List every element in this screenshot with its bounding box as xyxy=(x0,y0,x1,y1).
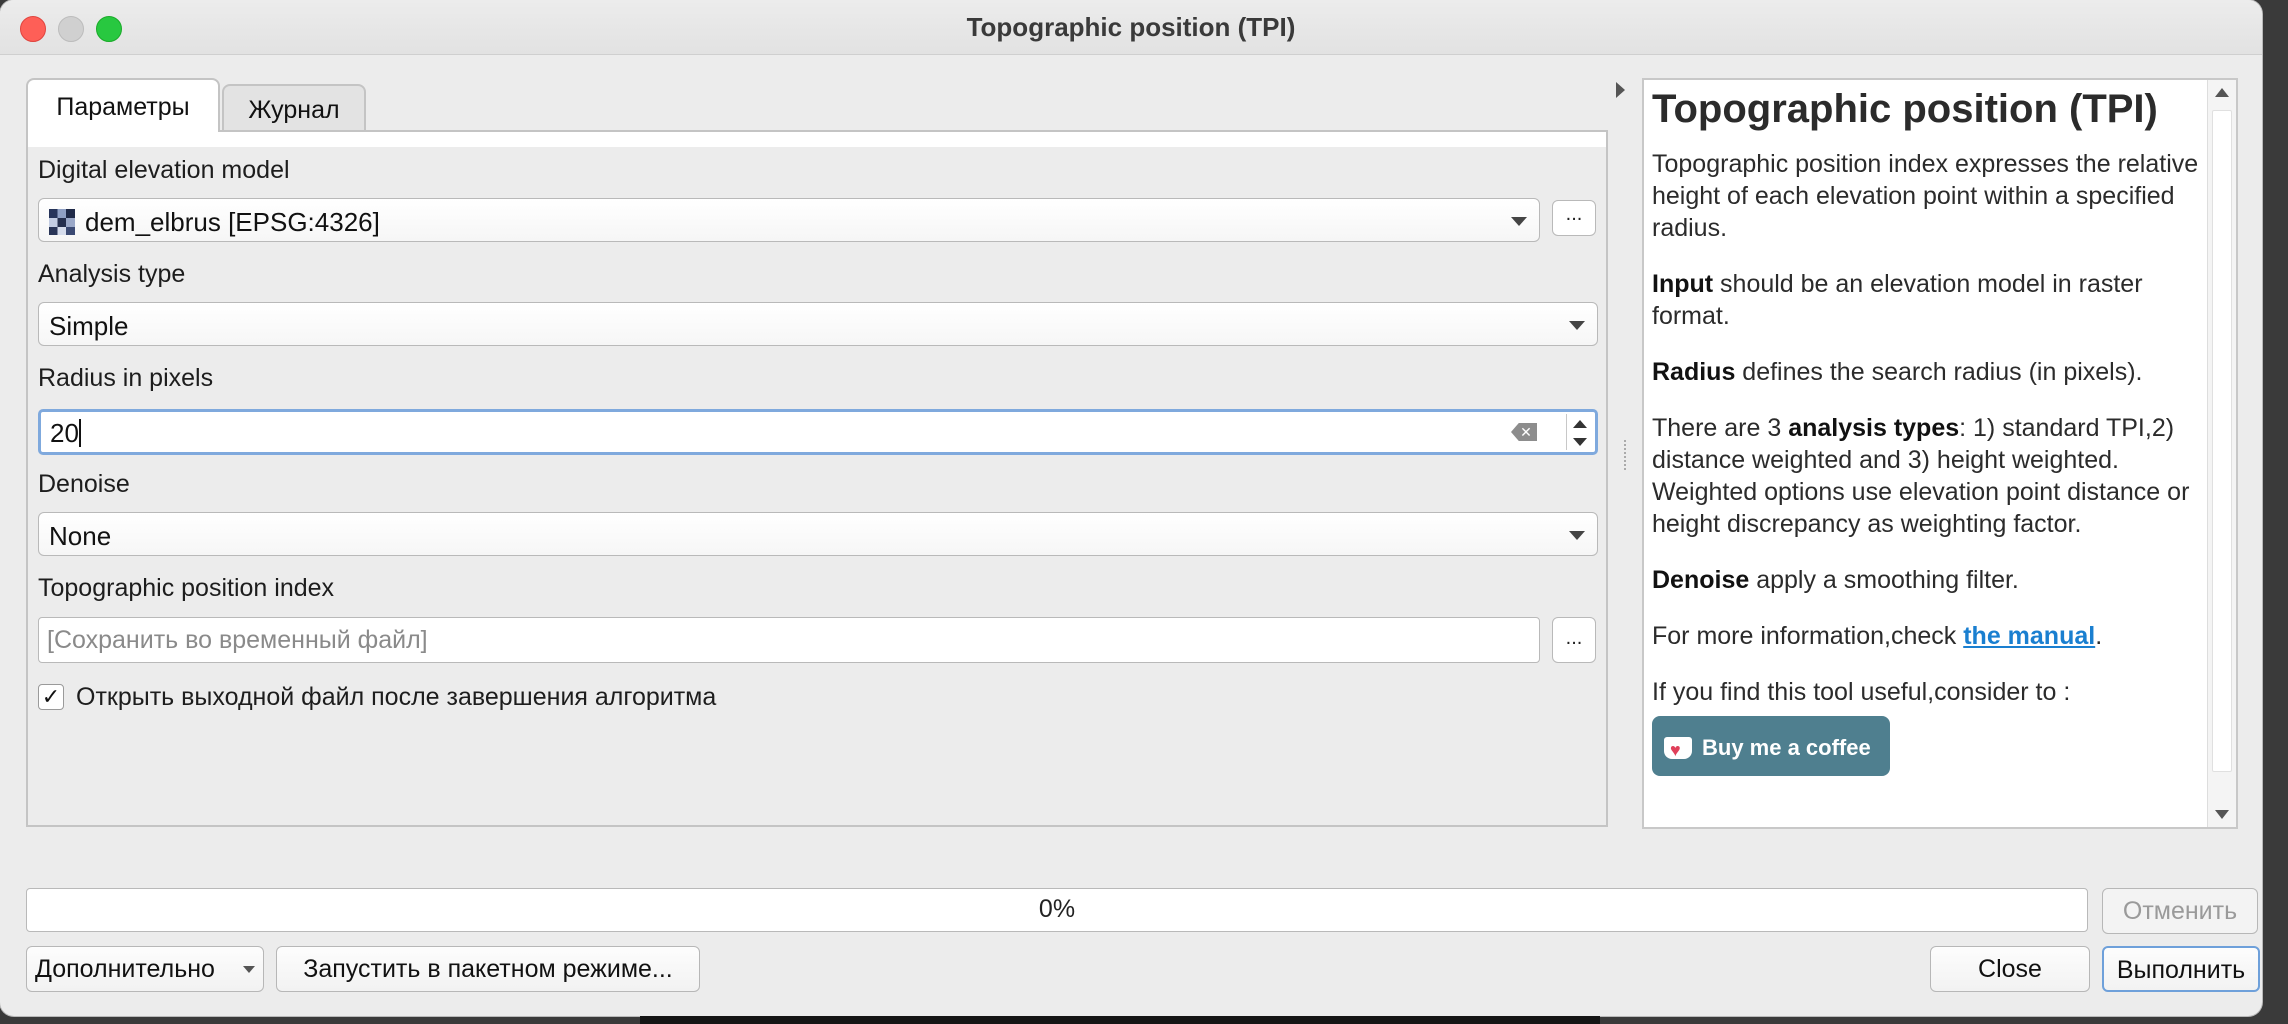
help-panel: Topographic position (TPI) Topographic p… xyxy=(1642,78,2238,829)
radius-value: 20 xyxy=(50,418,79,448)
spin-buttons[interactable] xyxy=(1566,414,1589,450)
output-file-field[interactable]: [Сохранить во временный файл] xyxy=(38,617,1540,663)
denoise-value: None xyxy=(49,521,112,551)
progress-bar: 0% xyxy=(26,888,2088,932)
tab-parameters[interactable]: Параметры xyxy=(26,78,220,132)
dem-value: dem_elbrus [EPSG:4326] xyxy=(85,207,380,237)
denoise-label: Denoise xyxy=(38,470,130,498)
denoise-combo[interactable]: None xyxy=(38,512,1598,556)
help-intro: Topographic position index expresses the… xyxy=(1652,150,2199,242)
splitter-handle[interactable] xyxy=(1624,440,1628,470)
help-denoise: Denoise apply a smoothing filter. xyxy=(1652,566,2019,594)
tab-log[interactable]: Журнал xyxy=(222,84,366,130)
clear-text-icon[interactable]: ✕ xyxy=(1511,423,1537,441)
help-analysis: There are 3 analysis types: 1) standard … xyxy=(1652,414,2190,538)
help-input: Input should be an elevation model in ra… xyxy=(1652,270,2143,330)
help-title: Topographic position (TPI) xyxy=(1652,87,2158,131)
dem-browse-button[interactable]: ... xyxy=(1552,200,1596,236)
radius-label: Radius in pixels xyxy=(38,364,214,392)
advanced-button[interactable]: Дополнительно xyxy=(26,946,264,992)
dem-label: Digital elevation model xyxy=(38,156,290,184)
help-more: For more information,check the manual. xyxy=(1652,622,2103,650)
output-browse-button[interactable]: ... xyxy=(1552,617,1596,663)
collapse-arrow-icon[interactable] xyxy=(1616,82,1625,98)
scroll-up-icon[interactable] xyxy=(2215,88,2229,97)
chevron-down-icon xyxy=(1511,217,1527,226)
raster-layer-icon xyxy=(49,209,75,235)
chevron-down-icon xyxy=(243,966,255,973)
dialog-window: Topographic position (TPI) Параметры Жур… xyxy=(0,0,2262,1016)
coffee-cup-icon xyxy=(1664,734,1692,766)
chevron-down-icon xyxy=(1569,321,1585,330)
scroll-down-icon[interactable] xyxy=(2215,810,2229,819)
chevron-down-icon xyxy=(1569,531,1585,540)
run-button[interactable]: Выполнить xyxy=(2102,946,2260,992)
open-output-label[interactable]: Открыть выходной файл после завершения а… xyxy=(76,683,716,712)
output-label: Topographic position index xyxy=(38,574,335,602)
background-strip xyxy=(640,1016,1600,1024)
help-radius: Radius defines the search radius (in pix… xyxy=(1652,358,2143,386)
batch-run-button[interactable]: Запустить в пакетном режиме... xyxy=(276,946,700,992)
spin-down-icon[interactable] xyxy=(1573,438,1587,446)
close-button[interactable]: Close xyxy=(1930,946,2090,992)
manual-link[interactable]: the manual xyxy=(1963,622,2095,650)
spin-up-icon[interactable] xyxy=(1573,420,1587,428)
title-bar: Topographic position (TPI) xyxy=(0,0,2262,55)
window-title: Topographic position (TPI) xyxy=(966,12,1296,42)
scroll-thumb[interactable] xyxy=(2212,110,2232,772)
analysis-type-combo[interactable]: Simple xyxy=(38,302,1598,346)
analysis-type-value: Simple xyxy=(49,311,129,341)
open-output-checkbox[interactable]: ✓ xyxy=(38,684,64,710)
analysis-type-label: Analysis type xyxy=(38,260,186,288)
dem-combo[interactable]: dem_elbrus [EPSG:4326] xyxy=(38,198,1540,242)
radius-spinbox[interactable]: 20 ✕ xyxy=(38,409,1598,455)
cancel-button[interactable]: Отменить xyxy=(2102,888,2258,934)
help-scrollbar[interactable] xyxy=(2207,80,2236,827)
buy-coffee-button[interactable]: Buy me a coffee xyxy=(1652,716,1890,776)
help-support: If you find this tool useful,consider to… xyxy=(1652,678,2071,706)
